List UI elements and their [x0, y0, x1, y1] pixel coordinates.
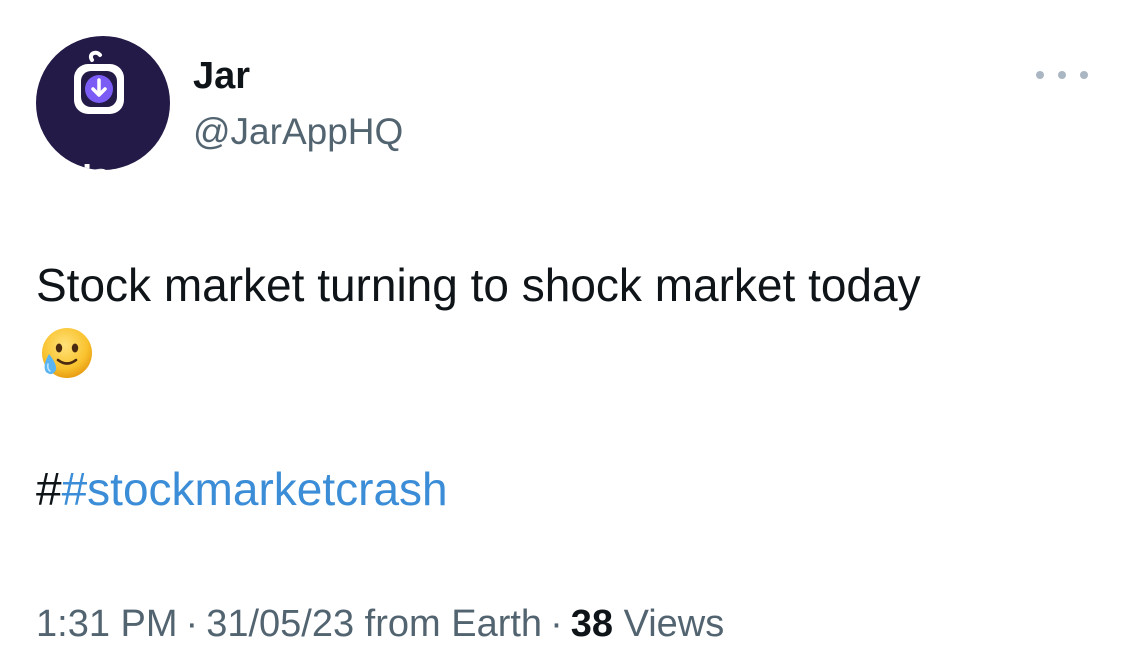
meta-separator: ·	[185, 603, 199, 645]
jar-logo-icon	[74, 50, 124, 114]
meta-separator: ·	[550, 603, 563, 645]
views[interactable]: 38 Views	[571, 603, 725, 645]
views-label: Views	[623, 603, 725, 645]
tweet-text-block: Stock market turning to shock market tod…	[36, 252, 1076, 399]
tweet-meta: 1:31 PM · 31/05/23 from Earth · 38 Views	[36, 600, 724, 648]
more-horizontal-icon	[1036, 71, 1044, 79]
tweet-card: Jar Jar @JarAppHQ Stock market turning t…	[0, 0, 1125, 667]
hashtag-link[interactable]: #stockmarketcrash	[62, 463, 448, 515]
more-horizontal-icon-dot	[1058, 71, 1066, 79]
hashtag-line: ##stockmarketcrash	[36, 456, 448, 522]
avatar[interactable]: Jar	[36, 36, 170, 170]
hashtag-prefix: #	[36, 463, 62, 515]
views-count: 38	[570, 603, 613, 645]
tweet-date[interactable]: 31/05/23	[206, 603, 354, 645]
more-options-button[interactable]	[1036, 60, 1088, 90]
author-handle[interactable]: @JarAppHQ	[193, 110, 403, 154]
face-holding-back-tears-icon	[36, 324, 94, 399]
tweet-text: Stock market turning to shock market tod…	[36, 259, 921, 311]
tweet-time[interactable]: 1:31 PM	[36, 603, 178, 645]
avatar-label: Jar	[36, 160, 170, 170]
more-horizontal-icon-dot	[1080, 71, 1088, 79]
tweet-source: from Earth	[364, 603, 543, 645]
author-display-name[interactable]: Jar	[193, 54, 250, 98]
